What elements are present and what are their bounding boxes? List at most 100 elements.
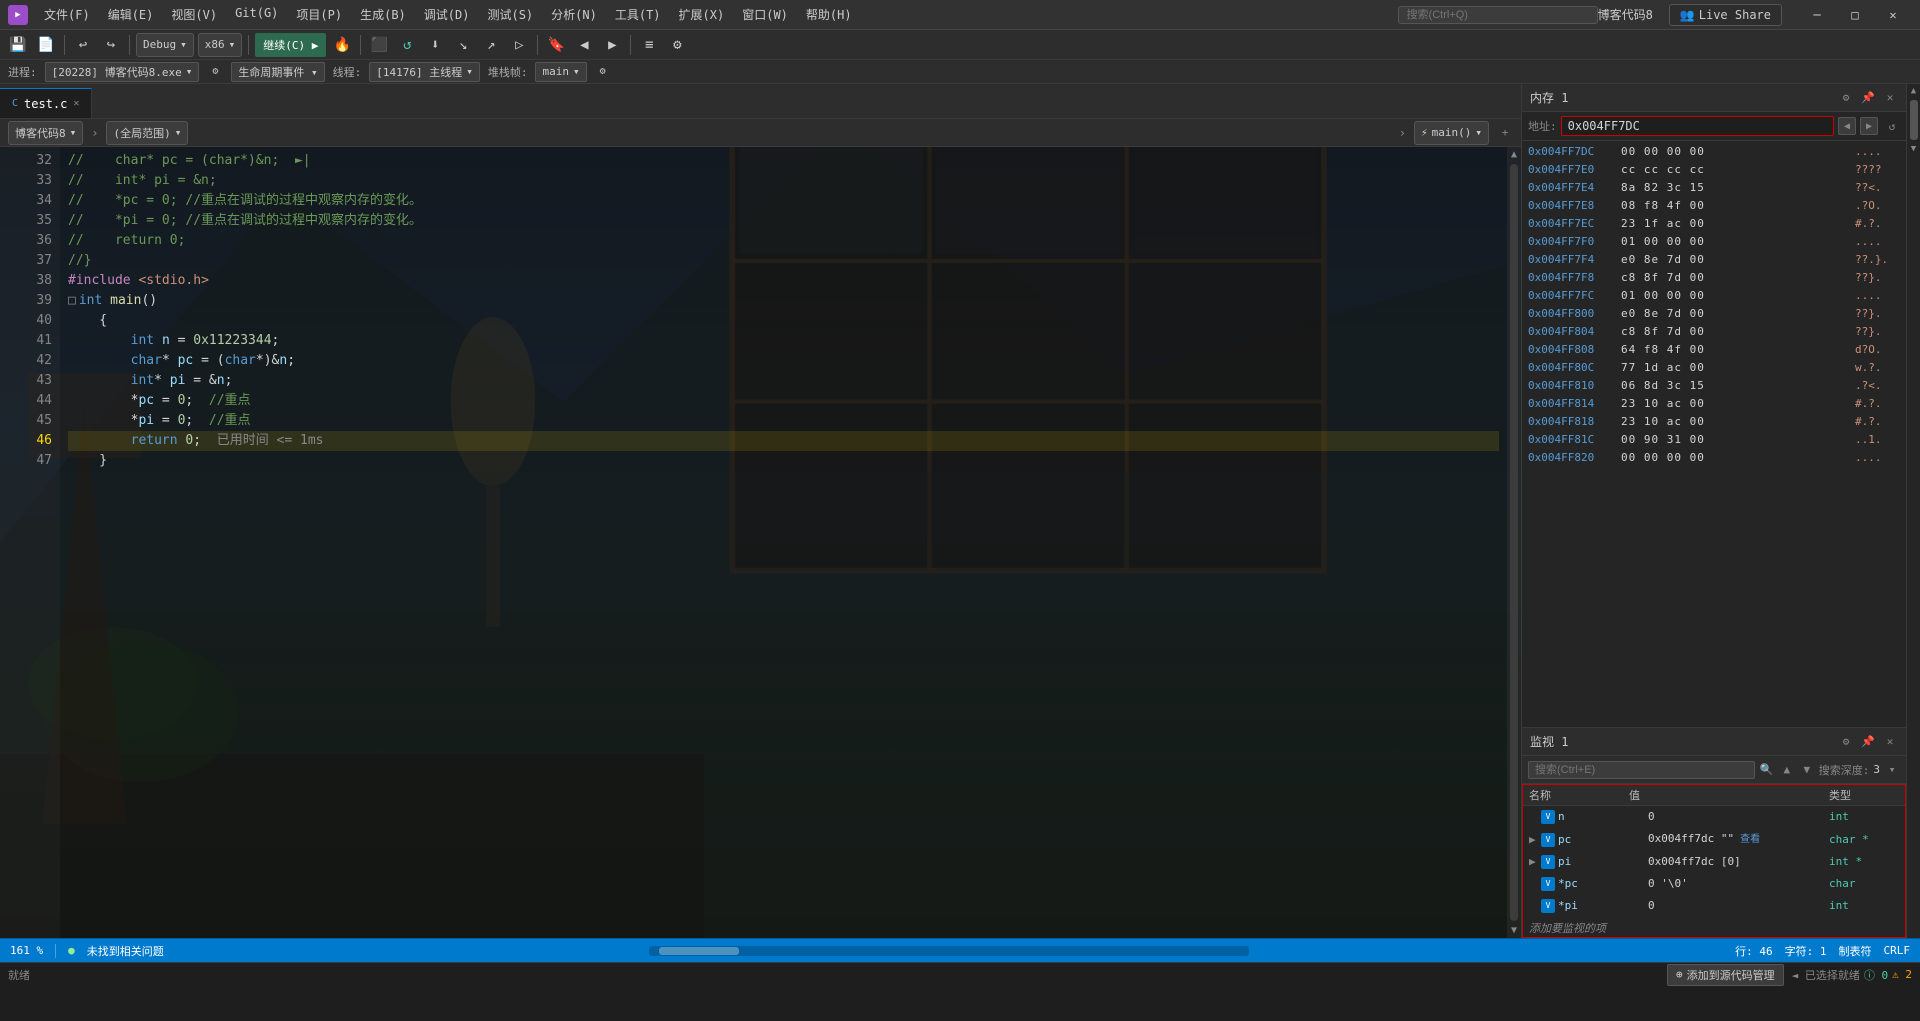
add-to-source-btn[interactable]: ⊕ 添加到源代码管理 xyxy=(1667,964,1784,986)
menu-extensions[interactable]: 扩展(X) xyxy=(671,4,733,25)
prev-bookmark[interactable]: ◀ xyxy=(572,33,596,57)
code-line-43: int* pi = &n; xyxy=(68,371,1499,391)
code-editor[interactable]: 32 33 34 35 36 37 38 39 40 41 42 43 44 4… xyxy=(0,147,1521,938)
toolbar-save[interactable]: 💾 xyxy=(6,33,30,57)
scroll-thumb[interactable] xyxy=(1510,164,1518,921)
scroll-thumb[interactable] xyxy=(1910,100,1918,140)
menu-help[interactable]: 帮助(H) xyxy=(798,4,860,25)
toolbar-extra1[interactable]: ≡ xyxy=(637,33,661,57)
arch-label: x86 xyxy=(205,38,225,51)
add-source-label: 添加到源代码管理 xyxy=(1687,967,1775,983)
add-watch-btn[interactable]: + xyxy=(1497,125,1513,141)
menu-debug[interactable]: 调试(D) xyxy=(416,4,478,25)
watch-close-btn[interactable]: ✕ xyxy=(1882,734,1898,750)
depth-chevron[interactable]: ▾ xyxy=(1884,762,1900,778)
memory-row: 0x004FF81006 8d 3c 15.?<. xyxy=(1522,377,1906,395)
watch-pin-btn[interactable]: 📌 xyxy=(1860,734,1876,750)
menu-window[interactable]: 窗口(W) xyxy=(734,4,796,25)
thread-value: [14176] 主线程 xyxy=(376,64,462,80)
tab-close-button[interactable]: ✕ xyxy=(73,98,79,109)
watch-settings-btn[interactable]: ⚙ xyxy=(1838,734,1854,750)
menu-file[interactable]: 文件(F) xyxy=(36,4,98,25)
watch-var-type: char * xyxy=(1829,831,1899,849)
h-scroll-thumb[interactable] xyxy=(659,947,739,955)
debug-config-dropdown[interactable]: Debug ▾ xyxy=(136,33,194,57)
stack-value: main xyxy=(542,65,569,78)
mem-refresh-btn[interactable]: ↺ xyxy=(1884,118,1900,134)
memory-close-btn[interactable]: ✕ xyxy=(1882,90,1898,106)
step-out-button[interactable]: ↗ xyxy=(479,33,503,57)
search-input[interactable] xyxy=(1398,6,1598,24)
main-area: C test.c ✕ 博客代码8 ▾ › (全局范围) ▾ › ⚡ main()… xyxy=(0,84,1920,938)
menu-project[interactable]: 项目(P) xyxy=(288,4,350,25)
expand-icon[interactable]: ▶ xyxy=(1529,831,1541,849)
watch-add-item[interactable]: 添加要监视的项 xyxy=(1523,917,1905,938)
hot-reload-button[interactable]: 🔥 xyxy=(330,33,354,57)
search-down-btn[interactable]: ▼ xyxy=(1799,762,1815,778)
memory-content[interactable]: 0x004FF7DC00 00 00 00....0x004FF7E0cc cc… xyxy=(1522,141,1906,727)
restart-button[interactable]: ↺ xyxy=(395,33,419,57)
function-dropdown[interactable]: ⚡ main() ▾ xyxy=(1414,121,1489,145)
horizontal-scrollbar[interactable] xyxy=(649,946,1249,956)
mem-nav-next[interactable]: ▶ xyxy=(1860,117,1878,135)
continue-button[interactable]: 继续(C) ▶ xyxy=(255,33,326,57)
project-dropdown[interactable]: 博客代码8 ▾ xyxy=(8,121,83,145)
process-dropdown[interactable]: [20228] 博客代码8.exe ▾ xyxy=(45,62,200,82)
menu-edit[interactable]: 编辑(E) xyxy=(100,4,162,25)
watch-row[interactable]: V *pc 0 '\0' char xyxy=(1523,873,1905,895)
watch-row[interactable]: V *pi 0 int xyxy=(1523,895,1905,917)
menu-test[interactable]: 测试(S) xyxy=(479,4,541,25)
watch-rows-container: V n 0 int ▶ V pc 0x004ff7dc "" 查看 char *… xyxy=(1523,806,1905,917)
toolbar-sep-4 xyxy=(360,35,361,55)
run-to-cursor-button[interactable]: ▷ xyxy=(507,33,531,57)
close-button[interactable]: ✕ xyxy=(1870,0,1916,30)
toolbar-new[interactable]: 📄 xyxy=(34,33,58,57)
mem-nav-prev[interactable]: ◀ xyxy=(1838,117,1856,135)
menu-tools[interactable]: 工具(T) xyxy=(607,4,669,25)
scroll-down-icon[interactable]: ▼ xyxy=(1511,925,1517,936)
live-share-button[interactable]: 👥 Live Share xyxy=(1669,4,1782,26)
menu-build[interactable]: 生成(B) xyxy=(352,4,414,25)
scroll-up-icon[interactable]: ▲ xyxy=(1511,149,1517,160)
menu-analyze[interactable]: 分析(N) xyxy=(543,4,605,25)
arch-dropdown[interactable]: x86 ▾ xyxy=(198,33,243,57)
scope-dropdown[interactable]: (全局范围) ▾ xyxy=(106,121,188,145)
code-line-34: // *pc = 0; //重点在调试的过程中观察内存的变化。 xyxy=(68,191,1499,211)
expand-icon[interactable]: ▶ xyxy=(1529,853,1541,871)
stack-settings[interactable]: ⚙ xyxy=(595,64,611,80)
memory-row: 0x004FF804c8 8f 7d 00??}. xyxy=(1522,323,1906,341)
chevron-down-icon: ▾ xyxy=(573,65,580,78)
process-settings[interactable]: ⚙ xyxy=(207,64,223,80)
memory-pin-btn[interactable]: 📌 xyxy=(1860,90,1876,106)
memory-address-input[interactable] xyxy=(1561,116,1834,136)
watch-row[interactable]: V n 0 int xyxy=(1523,806,1905,828)
thread-dropdown[interactable]: [14176] 主线程 ▾ xyxy=(369,62,480,82)
watch-row[interactable]: ▶ V pi 0x004ff7dc [0] int * xyxy=(1523,851,1905,873)
right-panel-scrollbar[interactable]: ▲ ▼ xyxy=(1906,84,1920,938)
bookmark-button[interactable]: 🔖 xyxy=(544,33,568,57)
editor-scrollbar[interactable]: ▲ ▼ xyxy=(1507,147,1521,938)
step-into-button[interactable]: ↘ xyxy=(451,33,475,57)
scroll-down-icon[interactable]: ▼ xyxy=(1911,144,1916,154)
code-content[interactable]: // char* pc = (char*)&n; ►| // int* pi =… xyxy=(60,147,1507,938)
watch-panel-title: 监视 1 xyxy=(1530,733,1832,750)
memory-settings-btn[interactable]: ⚙ xyxy=(1838,90,1854,106)
toolbar-sep-5 xyxy=(537,35,538,55)
menu-view[interactable]: 视图(V) xyxy=(163,4,225,25)
search-up-btn[interactable]: ▲ xyxy=(1779,762,1795,778)
toolbar-extra2[interactable]: ⚙ xyxy=(665,33,689,57)
scroll-up-icon[interactable]: ▲ xyxy=(1911,86,1916,96)
watch-search-input[interactable] xyxy=(1528,761,1755,779)
stack-dropdown[interactable]: main ▾ xyxy=(535,62,586,82)
lookup-link[interactable]: 查看 xyxy=(1734,834,1760,845)
step-over-button[interactable]: ⬇ xyxy=(423,33,447,57)
tab-test-c[interactable]: C test.c ✕ xyxy=(0,88,92,118)
lifecycle-dropdown[interactable]: 生命周期事件 ▾ xyxy=(231,62,324,82)
watch-row[interactable]: ▶ V pc 0x004ff7dc "" 查看 char * xyxy=(1523,828,1905,851)
stop-button[interactable]: ⬛ xyxy=(367,33,391,57)
toolbar-redo[interactable]: ↪ xyxy=(99,33,123,57)
menu-git[interactable]: Git(G) xyxy=(227,4,286,25)
next-bookmark[interactable]: ▶ xyxy=(600,33,624,57)
toolbar-undo[interactable]: ↩ xyxy=(71,33,95,57)
search-icon[interactable]: 🔍 xyxy=(1759,762,1775,778)
